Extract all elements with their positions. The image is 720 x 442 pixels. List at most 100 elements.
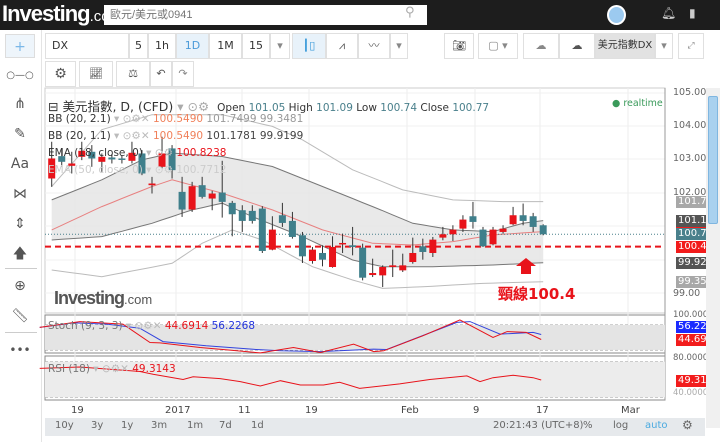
candle-body	[499, 228, 507, 232]
candle-body	[148, 183, 156, 186]
time-label: 9	[473, 405, 480, 416]
candle-body	[288, 220, 296, 237]
candle-body	[539, 225, 547, 235]
candle-body	[469, 216, 477, 222]
candle-body	[178, 191, 186, 210]
rsi-value: 49.3143	[132, 363, 176, 375]
time-label: 19	[305, 405, 318, 416]
range-3m[interactable]: 3m	[151, 420, 167, 431]
range-1m[interactable]: 1m	[187, 420, 203, 431]
candle-body	[298, 235, 306, 257]
low-label: Low	[356, 102, 377, 114]
ema18-value: 100.8238	[176, 147, 227, 159]
price-axis-label: 105.00	[673, 87, 707, 98]
candle-body	[248, 210, 256, 221]
rsi-axis-label: 80.0000	[673, 353, 709, 363]
candle-body	[218, 192, 226, 202]
candle-body	[308, 249, 316, 262]
investing-watermark: Investing.com	[54, 288, 152, 309]
scrollbar-thumb[interactable]	[708, 96, 718, 224]
low-value: 100.74	[380, 102, 418, 114]
range-10y[interactable]: 10y	[55, 420, 74, 431]
candle-body	[258, 208, 266, 251]
time-label: 11	[238, 405, 251, 416]
settings-gear-icon[interactable]: ⚙	[682, 418, 693, 432]
time-label: 19	[71, 405, 84, 416]
candle-body	[228, 202, 236, 215]
range-3y[interactable]: 3y	[91, 420, 103, 431]
candle-body	[319, 252, 327, 260]
close-value: 100.77	[452, 102, 490, 114]
time-label: 2017	[165, 405, 191, 416]
candle-body	[489, 229, 497, 245]
candle-body	[198, 185, 206, 197]
candle-body	[238, 210, 246, 221]
legend-stoch[interactable]: Stoch (9, 3, 3) ▾ ⊙⚙✕ 44.6914 56.2268	[48, 320, 255, 332]
time-label: 17	[536, 405, 549, 416]
bb2-name: BB (20, 1.1)	[48, 130, 111, 142]
candle-body	[268, 229, 276, 250]
candle-body	[389, 265, 397, 268]
stoch-k-value: 44.6914	[164, 320, 209, 332]
legend-rsi[interactable]: RSI (18) ▾ ⊙⚙✕ 49.3143	[48, 363, 176, 375]
range-1y[interactable]: 1y	[121, 420, 133, 431]
stoch-d-value: 56.2268	[211, 320, 256, 332]
rsi-axis-label: 40.0000	[673, 388, 709, 398]
range-1d[interactable]: 1d	[251, 420, 264, 431]
price-chart[interactable]	[0, 0, 720, 442]
bb1-basis: 100.5490	[152, 113, 204, 125]
bb1-lower: 99.3481	[259, 113, 304, 125]
candle-body	[369, 273, 377, 276]
vertical-scrollbar[interactable]	[706, 88, 720, 428]
ema50-name: EMA (50, close, 0)	[48, 164, 143, 176]
legend-ema-50[interactable]: EMA (50, close, 0) ▾ ⊙⚙ 100.7712	[48, 164, 226, 176]
legend-bb-1-1[interactable]: BB (20, 1.1) ▾ ⊙⚙✕ 100.5490 101.1781 99.…	[48, 130, 303, 142]
watermark-suffix: .com	[124, 292, 153, 307]
candle-body	[329, 246, 337, 268]
watermark-text: Investing	[54, 288, 125, 308]
percent-scale-toggle[interactable]: %	[583, 420, 593, 431]
candle-body	[359, 247, 367, 278]
time-label: Mar	[621, 405, 640, 416]
bb2-basis: 100.5490	[152, 130, 204, 142]
legend-bb-2-1[interactable]: BB (20, 2.1) ▾ ⊙⚙✕ 100.5490 101.7499 99.…	[48, 113, 303, 125]
ema18-name: EMA (18, close, 0)	[48, 147, 143, 159]
candle-body	[459, 219, 467, 229]
symbol-title: 美元指數, D, (CFD)	[62, 99, 174, 114]
bb2-upper: 101.1781	[206, 130, 257, 142]
realtime-indicator: ● realtime	[612, 98, 663, 109]
candle-body	[449, 229, 457, 235]
neckline-annotation: 頸線100.4	[498, 285, 576, 303]
price-axis-label: 104.00	[673, 120, 707, 131]
bottom-range-bar: 10y 3y 1y 3m 1m 7d 1d 20:21:43 (UTC+8) %…	[45, 418, 705, 436]
candle-body	[409, 252, 417, 263]
range-7d[interactable]: 7d	[219, 420, 232, 431]
candle-body	[419, 246, 427, 252]
clock-time: 20:21:43 (UTC+8)	[493, 420, 584, 431]
candle-body	[519, 215, 527, 221]
stoch-name: Stoch (9, 3, 3)	[48, 320, 123, 332]
candle-body	[349, 245, 357, 247]
candle-body	[339, 242, 347, 245]
price-axis-label: 99.00	[673, 288, 701, 299]
candle-body	[429, 239, 437, 253]
bb2-lower: 99.9199	[259, 130, 304, 142]
close-label: Close	[420, 102, 449, 114]
collapse-icon[interactable]: ⊟	[48, 99, 62, 114]
candle-body	[529, 216, 537, 227]
candle-body	[509, 215, 517, 225]
log-scale-toggle[interactable]: log	[613, 420, 628, 431]
rsi-name: RSI (18)	[48, 363, 90, 375]
ema50-value: 100.7712	[176, 164, 227, 176]
auto-scale-toggle[interactable]: auto	[645, 420, 668, 431]
bb1-upper: 101.7499	[206, 113, 257, 125]
candle-body	[379, 267, 387, 276]
bb1-name: BB (20, 2.1)	[48, 113, 111, 125]
legend-ema-18[interactable]: EMA (18, close, 0) ▾ ⊙⚙ 100.8238	[48, 147, 226, 159]
candle-body	[479, 229, 487, 247]
candle-body	[188, 186, 196, 210]
time-label: Feb	[401, 405, 419, 416]
high-value: 101.09	[316, 102, 353, 114]
candle-body	[399, 265, 407, 271]
candle-body	[278, 215, 286, 223]
